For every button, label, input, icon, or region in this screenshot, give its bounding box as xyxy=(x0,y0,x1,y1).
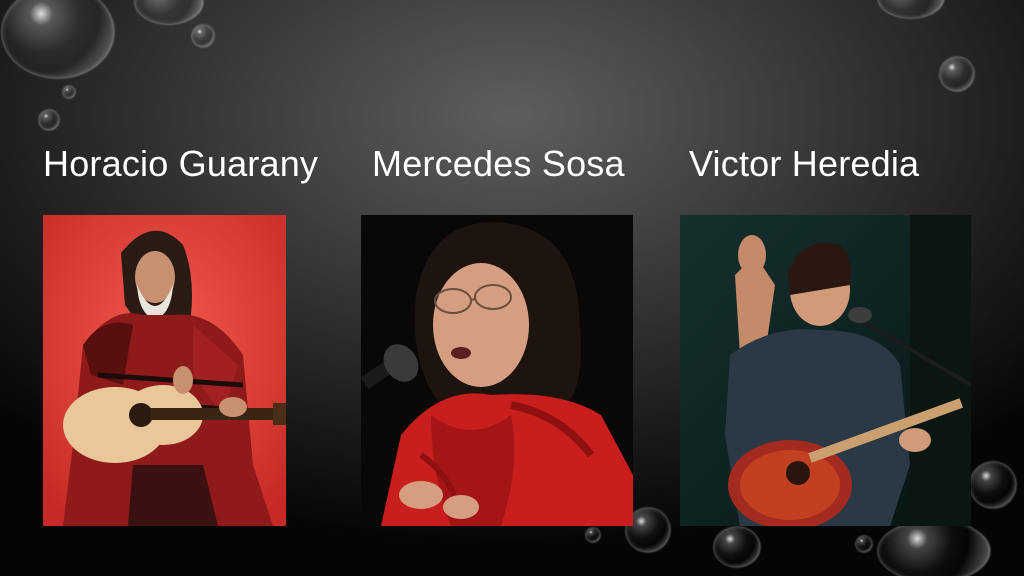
bubble-decoration xyxy=(714,527,760,567)
bubble-decoration xyxy=(878,520,990,576)
bubble-decoration xyxy=(135,0,203,24)
singer-portrait-image xyxy=(361,215,633,526)
bubble-decoration xyxy=(586,528,600,542)
bubble-decoration xyxy=(856,536,872,552)
photo-victor-heredia xyxy=(680,215,971,526)
guitarist-portrait-image xyxy=(43,215,286,526)
bubble-decoration xyxy=(39,110,59,130)
bubble-decoration xyxy=(878,0,944,18)
photo-horacio-guarany xyxy=(43,215,286,526)
caption-horacio-guarany: Horacio Guarany xyxy=(43,143,319,184)
stage-performer-image xyxy=(680,215,971,526)
slide: Horacio Guarany Mercedes Sosa Victor Her… xyxy=(0,0,1024,576)
caption-victor-heredia: Victor Heredia xyxy=(689,143,920,184)
bubble-decoration xyxy=(970,462,1016,508)
bubble-decoration xyxy=(940,57,974,91)
photo-mercedes-sosa xyxy=(361,215,633,526)
bubble-decoration xyxy=(2,0,114,78)
caption-mercedes-sosa: Mercedes Sosa xyxy=(372,143,625,184)
bubble-decoration xyxy=(192,25,214,47)
bubble-decoration xyxy=(63,86,75,98)
